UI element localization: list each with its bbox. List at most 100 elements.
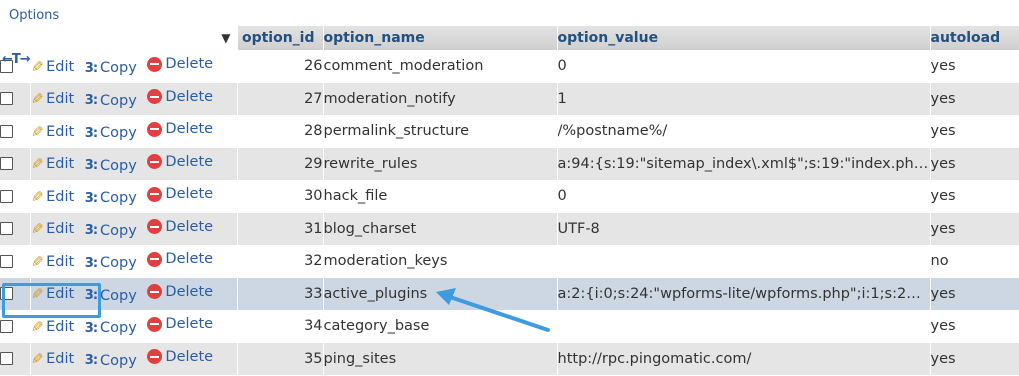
delete-button[interactable]: Delete [147, 186, 213, 202]
delete-button[interactable]: Delete [147, 316, 213, 332]
row-checkbox-cell [0, 310, 31, 343]
copy-button[interactable]: 3: Copy [85, 125, 137, 141]
copy-icon: 3: [84, 320, 98, 336]
row-checkbox[interactable] [0, 352, 13, 366]
pencil-icon: ✎ [30, 350, 44, 369]
copy-button[interactable]: 3: Copy [85, 158, 137, 174]
option-value-cell: 0 [557, 50, 931, 83]
autoload-cell: yes [930, 50, 1019, 83]
copy-icon: 3: [84, 93, 98, 109]
delete-icon [147, 219, 163, 235]
row-checkbox[interactable] [0, 222, 13, 236]
column-header-autoload[interactable]: autoload [930, 26, 1019, 50]
edit-label: Edit [46, 351, 75, 368]
option-name-cell: permalink_structure [323, 115, 558, 148]
sort-dropdown-icon[interactable]: ▼ [221, 31, 230, 45]
autoload-cell: yes [930, 115, 1019, 148]
autoload-cell: yes [930, 342, 1019, 375]
delete-icon [147, 154, 163, 170]
row-checkbox[interactable] [0, 124, 13, 138]
delete-button[interactable]: Delete [147, 89, 213, 105]
pencil-icon: ✎ [30, 285, 44, 304]
column-toggle-header: ←T→ ▼ [0, 26, 238, 67]
row-checkbox[interactable] [0, 157, 13, 171]
edit-button[interactable]: ✎ Edit [31, 188, 75, 206]
copy-button[interactable]: 3: Copy [85, 320, 137, 336]
row-checkbox-cell [0, 180, 31, 213]
row-checkbox[interactable] [0, 189, 13, 203]
copy-button[interactable]: 3: Copy [85, 288, 137, 304]
edit-button[interactable]: ✎ Edit [31, 253, 75, 271]
copy-label: Copy [100, 190, 137, 207]
autoload-cell: yes [930, 212, 1019, 245]
delete-button[interactable]: Delete [147, 219, 213, 235]
delete-label: Delete [165, 121, 214, 138]
edit-button[interactable]: ✎ Edit [31, 318, 75, 336]
option-name-cell: comment_moderation [323, 50, 558, 83]
pencil-icon: ✎ [30, 252, 44, 271]
copy-button[interactable]: 3: Copy [85, 60, 137, 76]
row-checkbox-cell [0, 342, 31, 375]
edit-button[interactable]: ✎ Edit [31, 123, 75, 141]
row-checkbox-cell [0, 277, 31, 310]
column-header-option-value[interactable]: option_value [557, 26, 931, 50]
option-name-cell: active_plugins [323, 277, 558, 310]
delete-button[interactable]: Delete [147, 251, 213, 267]
option-id-cell: 34 [237, 310, 324, 343]
copy-icon: 3: [84, 190, 98, 206]
edit-button[interactable]: ✎ Edit [31, 155, 75, 173]
delete-button[interactable]: Delete [147, 56, 213, 72]
edit-label: Edit [46, 286, 75, 303]
copy-label: Copy [100, 255, 137, 272]
row-checkbox[interactable] [0, 319, 13, 333]
delete-label: Delete [165, 88, 214, 105]
row-actions: ✎ Edit 3: Copy Delete [30, 212, 238, 245]
options-link[interactable]: Options [9, 8, 59, 23]
row-checkbox[interactable] [0, 254, 13, 268]
edit-label: Edit [46, 188, 75, 205]
edit-label: Edit [46, 156, 75, 173]
delete-icon [147, 89, 163, 105]
row-actions: ✎ Edit 3: Copy Delete [30, 342, 238, 375]
option-id-cell: 27 [237, 82, 324, 115]
delete-button[interactable]: Delete [147, 121, 213, 137]
row-checkbox-cell [0, 245, 31, 278]
option-id-cell: 28 [237, 115, 324, 148]
autoload-cell: yes [930, 180, 1019, 213]
copy-button[interactable]: 3: Copy [85, 93, 137, 109]
pencil-icon: ✎ [30, 155, 44, 174]
edit-button[interactable]: ✎ Edit [31, 220, 75, 238]
row-checkbox[interactable] [0, 287, 13, 301]
copy-icon: 3: [84, 255, 98, 271]
copy-button[interactable]: 3: Copy [85, 255, 137, 271]
table-row: ✎ Edit 3: Copy Delete 35 ping_sites http… [0, 342, 1019, 375]
edit-button[interactable]: ✎ Edit [31, 90, 75, 108]
delete-button[interactable]: Delete [147, 154, 213, 170]
table-row: ✎ Edit 3: Copy Delete 30 hack_file 0 yes [0, 180, 1019, 213]
option-value-cell: a:2:{i:0;s:24:"wpforms-lite/wpforms.php"… [557, 277, 931, 310]
delete-button[interactable]: Delete [147, 284, 213, 300]
pencil-icon: ✎ [30, 187, 44, 206]
row-actions: ✎ Edit 3: Copy Delete [30, 310, 238, 343]
delete-label: Delete [165, 186, 214, 203]
copy-label: Copy [100, 222, 137, 239]
column-header-option-id[interactable]: option_id [237, 26, 324, 50]
autoload-cell: yes [930, 310, 1019, 343]
copy-button[interactable]: 3: Copy [85, 353, 137, 369]
autoload-cell: yes [930, 277, 1019, 310]
copy-label: Copy [100, 287, 137, 304]
option-value-cell: UTF-8 [557, 212, 931, 245]
option-value-cell: /%postname%/ [557, 115, 931, 148]
copy-button[interactable]: 3: Copy [85, 190, 137, 206]
edit-button[interactable]: ✎ Edit [31, 58, 75, 76]
row-checkbox[interactable] [0, 92, 13, 106]
edit-button[interactable]: ✎ Edit [31, 285, 75, 303]
copy-button[interactable]: 3: Copy [85, 223, 137, 239]
edit-button[interactable]: ✎ Edit [31, 350, 75, 368]
copy-icon: 3: [84, 223, 98, 239]
option-id-cell: 31 [237, 212, 324, 245]
copy-label: Copy [100, 125, 137, 142]
copy-label: Copy [100, 320, 137, 337]
column-header-option-name[interactable]: option_name [323, 26, 558, 50]
delete-button[interactable]: Delete [147, 349, 213, 365]
